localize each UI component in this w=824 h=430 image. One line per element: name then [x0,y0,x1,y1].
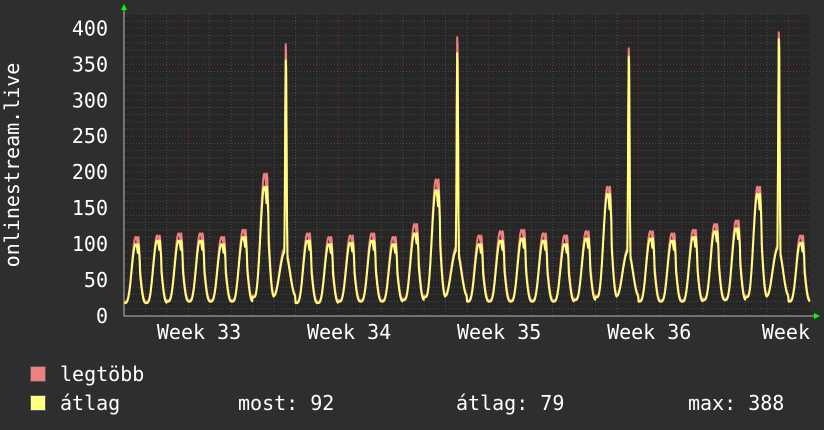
legend-label-avg: átlag [60,391,121,415]
legend-swatch-max [30,366,46,382]
legend-item-max: legtöbb [30,362,144,386]
x-tick-label: Week 36 [607,320,691,344]
y-tick-label: 0 [96,304,108,328]
y-tick-label: 200 [72,160,108,184]
y-tick-label: 350 [72,52,108,76]
x-axis-arrow [814,313,820,319]
line-chart: 0 50 100 150 200 250 300 350 400 Week 33 Week 34 We… [0,4,820,344]
x-tick-label: Week 35 [457,320,541,344]
stat-now: most: 92 [238,391,335,415]
y-tick-label: 400 [72,16,108,40]
y-tick-label: 150 [72,196,108,220]
y-tick-label: 100 [72,232,108,256]
y-tick-label: 250 [72,124,108,148]
x-tick-label: Week [762,320,810,344]
y-tick-label: 300 [72,88,108,112]
x-tick-label: Week 34 [307,320,391,344]
y-axis-title: onlinestream.live [0,63,24,268]
stat-avg: átlag: 79 [456,391,565,415]
legend-item-avg: átlag [30,391,120,415]
legend-label-max: legtöbb [60,362,145,386]
x-tick-label: Week 33 [157,320,241,344]
legend-swatch-avg [30,395,46,411]
stat-max: max: 388 [688,391,785,415]
y-tick-label: 50 [84,268,108,292]
y-axis-arrow [121,4,127,10]
chart-container: 0 50 100 150 200 250 300 350 400 Week 33 Week 34 We… [0,0,824,430]
